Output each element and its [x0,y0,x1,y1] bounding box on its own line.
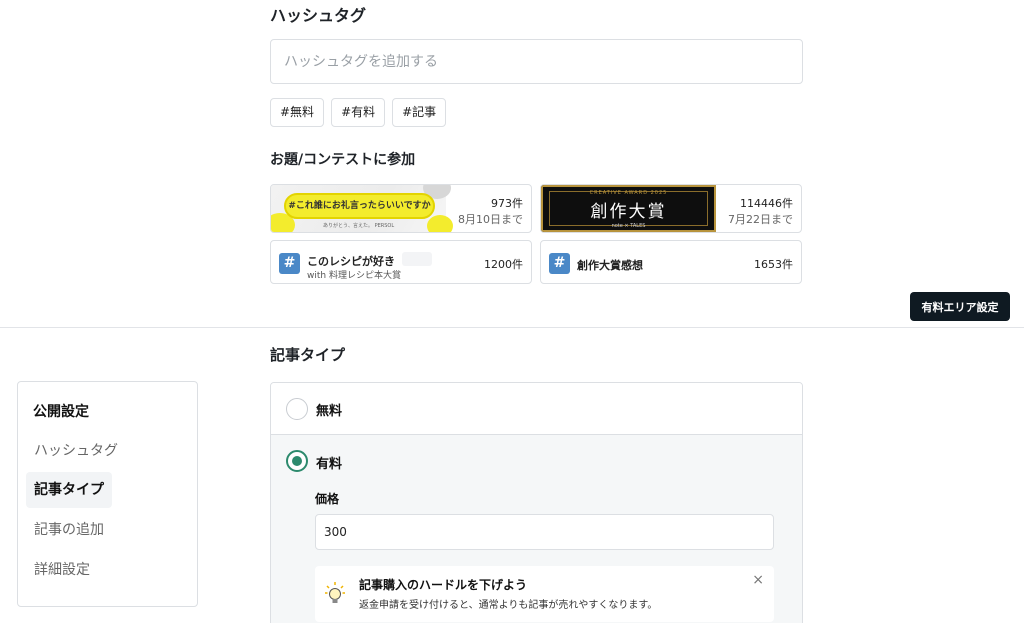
publish-settings-nav: 公開設定 ハッシュタグ 記事タイプ 記事の追加 詳細設定 [17,381,198,607]
paid-option-label: 有料 [316,457,343,472]
article-type-panel: 無料 有料 価格 記事購入のハードルを下げよう 返金申請を受け付けると、通常より… [270,382,803,623]
tip-body: 返金申請を受け付けると、通常よりも記事が売れやすくなります。 [359,600,658,611]
contest-name: このレシピが好き [307,255,395,268]
nav-item-article-type[interactable]: 記事タイプ [26,472,112,508]
contest-card-creative-award[interactable]: CREATIVE AWARD 2025 創作大賞 note × TALES 11… [540,184,802,233]
contest-entry-count: 973件 [491,197,523,210]
contest-deadline: 7月22日まで [728,213,793,226]
lightbulb-icon [325,582,345,603]
contest-name-placeholder [402,252,432,266]
contest-card-thanks[interactable]: #これ誰にお礼言ったらいいですか ありがとう、言えた。 PERSOL 973件 … [270,184,532,233]
hashtag-input[interactable] [270,39,803,84]
contest-entry-count: 114446件 [740,197,793,210]
hashtag-chip-free[interactable]: #無料 [270,98,325,127]
article-type-title: 記事タイプ [270,346,346,364]
hashtag-icon: # [279,253,300,274]
paid-option[interactable]: 有料 価格 記事購入のハードルを下げよう 返金申請を受け付けると、通常よりも記事… [271,435,802,623]
tip-title: 記事購入のハードルを下げよう [359,578,528,592]
contest-sponsor: with 料理レシピ本大賞 [307,271,401,281]
section-divider [0,327,1024,328]
contest-deadline: 8月10日まで [458,213,523,226]
contest-entry-count: 1653件 [754,258,793,271]
nav-item-add-article[interactable]: 記事の追加 [26,512,112,548]
contest-entry-count: 1200件 [484,258,523,271]
contest-card-award-review[interactable]: # 創作大賞感想 1653件 [540,240,802,284]
price-input[interactable] [315,514,774,550]
nav-item-hashtag[interactable]: ハッシュタグ [26,433,126,469]
price-label: 価格 [315,492,340,506]
nav-heading: 公開設定 [33,404,89,420]
close-icon[interactable]: × [752,572,764,588]
contest-banner-thanks: #これ誰にお礼言ったらいいですか ありがとう、言えた。 PERSOL [271,185,453,232]
nav-item-advanced-settings[interactable]: 詳細設定 [26,552,98,588]
hashtag-chip-paid[interactable]: #有料 [331,98,386,127]
free-radio[interactable] [286,398,308,420]
hashtag-section-title: ハッシュタグ [270,6,367,25]
hashtag-suggestions: #無料 #有料 #記事 [270,98,447,127]
contest-section-title: お題/コンテストに参加 [270,152,416,168]
free-option[interactable]: 無料 [271,383,802,435]
contest-banner-subtitle: CREATIVE AWARD 2025 [589,190,668,196]
contest-banner-text: 創作大賞 [590,202,667,222]
hashtag-chip-article[interactable]: #記事 [392,98,447,127]
paid-area-settings-button[interactable]: 有料エリア設定 [910,292,1010,321]
free-option-label: 無料 [316,404,343,419]
contest-banner-footnote: ありがとう、言えた。 PERSOL [323,223,395,229]
contest-banner-text: #これ誰にお礼言ったらいいですか [284,193,435,219]
paid-radio[interactable] [286,450,308,472]
contest-banner-footnote: note × TALES [611,223,646,229]
hashtag-icon: # [549,253,570,274]
contest-banner-creative-award: CREATIVE AWARD 2025 創作大賞 note × TALES [541,185,716,232]
refund-tip: 記事購入のハードルを下げよう 返金申請を受け付けると、通常よりも記事が売れやすく… [315,566,774,622]
contest-name: 創作大賞感想 [577,259,643,272]
contest-card-recipe[interactable]: # このレシピが好き with 料理レシピ本大賞 1200件 [270,240,532,284]
